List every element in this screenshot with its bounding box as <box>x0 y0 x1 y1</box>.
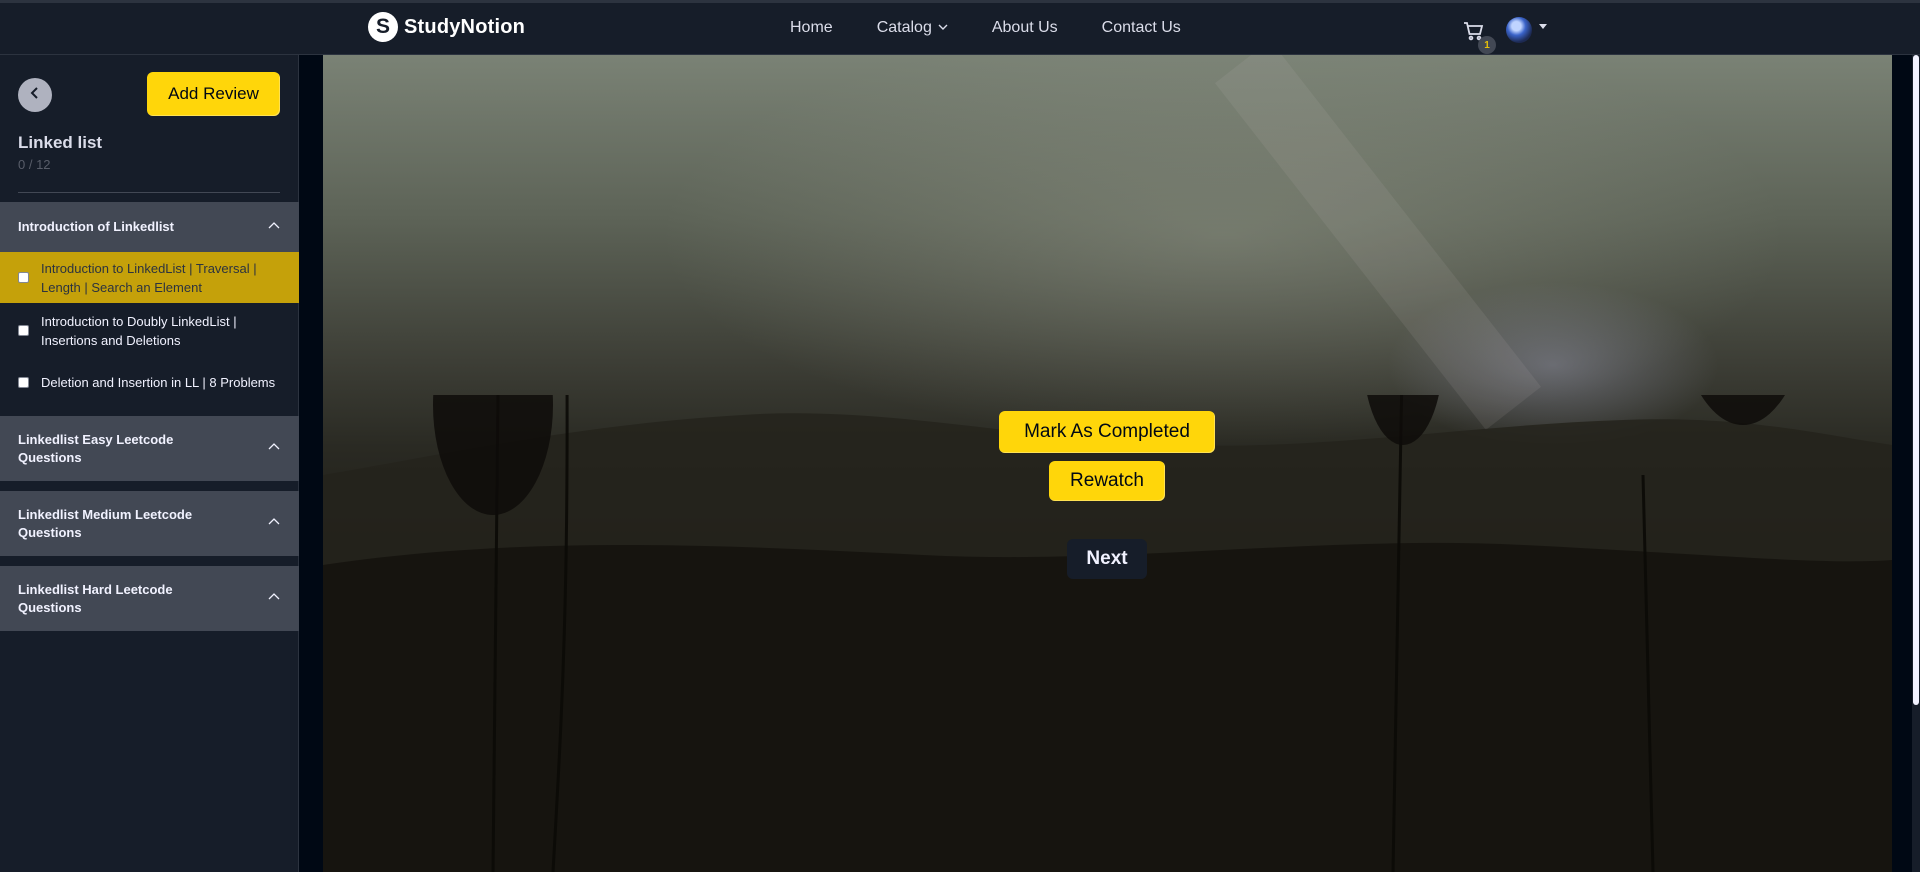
caret-down-icon[interactable] <box>1538 23 1548 34</box>
main-nav: Home Catalog About Us Contact Us <box>790 19 1181 37</box>
checkbox-icon[interactable] <box>18 325 29 336</box>
lecture-title: Deletion and Insertion in LL | 8 Problem… <box>41 375 276 390</box>
nav-contact[interactable]: Contact Us <box>1102 19 1181 37</box>
video-player[interactable]: Mark As Completed Rewatch Next <box>323 55 1892 872</box>
chevron-up-icon <box>267 515 281 532</box>
cart-count-badge: 1 <box>1478 36 1496 54</box>
nav-home[interactable]: Home <box>790 19 833 37</box>
section-title: Introduction of Linkedlist <box>18 219 174 234</box>
lecture-item[interactable]: Introduction to LinkedList | Traversal |… <box>0 252 299 303</box>
course-title: Linked list <box>18 133 103 152</box>
checkbox-icon[interactable] <box>18 377 29 388</box>
back-button[interactable] <box>18 78 52 112</box>
add-review-button[interactable]: Add Review <box>147 72 280 116</box>
rewatch-button[interactable]: Rewatch <box>1049 461 1165 501</box>
lecture-item[interactable]: Introduction to Doubly LinkedList | Inse… <box>0 305 299 356</box>
section-header[interactable]: Linkedlist Hard Leetcode Questions <box>0 566 299 631</box>
nav-catalog[interactable]: Catalog <box>877 19 948 37</box>
nav-contact-label: Contact Us <box>1101 19 1181 36</box>
chevron-up-icon <box>267 590 281 607</box>
back-arrow-icon <box>28 86 42 105</box>
next-button[interactable]: Next <box>1067 539 1147 579</box>
video-end-overlay: Mark As Completed Rewatch Next <box>323 55 1892 872</box>
nav-catalog-label: Catalog <box>876 19 932 36</box>
course-sidebar: Add Review Linked list 0 / 12 Introducti… <box>0 55 299 872</box>
chevron-up-icon <box>267 440 281 457</box>
nav-about-label: About Us <box>991 19 1058 36</box>
section-title: Linkedlist Medium Leetcode Questions <box>18 506 193 540</box>
lecture-item[interactable]: Deletion and Insertion in LL | 8 Problem… <box>0 357 299 408</box>
section-title: Linkedlist Easy Leetcode Questions <box>18 431 174 465</box>
section-header[interactable]: Linkedlist Medium Leetcode Questions <box>0 491 299 556</box>
brand-logo[interactable]: S StudyNotion <box>368 12 525 42</box>
section-header[interactable]: Introduction of Linkedlist <box>0 202 299 252</box>
mark-as-completed-button[interactable]: Mark As Completed <box>999 411 1215 453</box>
logo-mark-icon: S <box>368 12 398 42</box>
nav-about[interactable]: About Us <box>992 19 1058 37</box>
avatar[interactable] <box>1506 17 1532 43</box>
top-navbar: S StudyNotion Home Catalog About Us Cont… <box>0 0 1920 55</box>
brand-name: StudyNotion <box>404 15 526 38</box>
lecture-title: Introduction to LinkedList | Traversal |… <box>41 260 257 295</box>
section-title: Linkedlist Hard Leetcode Questions <box>18 581 173 615</box>
scrollbar-thumb[interactable] <box>1913 55 1919 705</box>
course-progress: 0 / 12 <box>18 157 51 172</box>
nav-home-label: Home <box>790 19 833 36</box>
checkbox-icon[interactable] <box>18 272 29 283</box>
chevron-up-icon <box>267 219 281 236</box>
chevron-down-icon <box>938 23 948 34</box>
lecture-title: Introduction to Doubly LinkedList | Inse… <box>41 313 237 348</box>
divider <box>18 192 280 193</box>
section-header[interactable]: Linkedlist Easy Leetcode Questions <box>0 416 299 481</box>
